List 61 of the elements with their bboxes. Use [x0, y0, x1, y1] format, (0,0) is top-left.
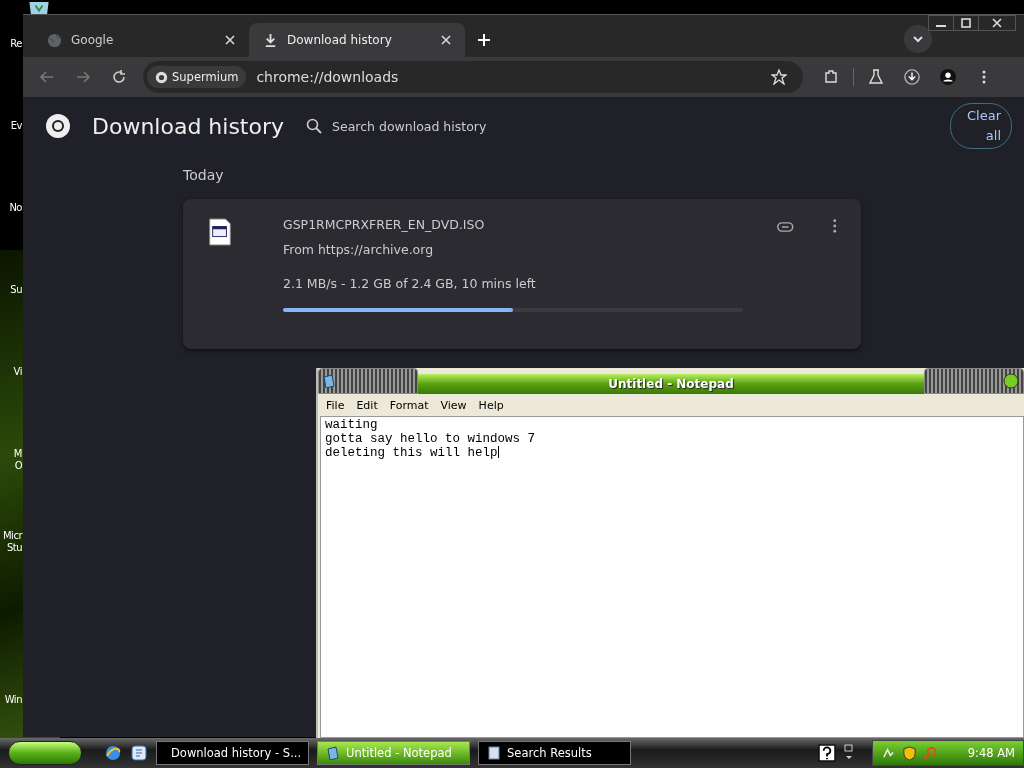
search-icon: [306, 118, 323, 134]
desktop-icon-label[interactable]: M O: [0, 448, 22, 472]
menu-item[interactable]: File: [326, 398, 345, 412]
link-icon[interactable]: [777, 221, 794, 233]
back-arrow-icon[interactable]: [39, 69, 55, 85]
taskbar-button[interactable]: Download history - S...: [156, 741, 309, 765]
close-icon[interactable]: [441, 35, 451, 45]
clock: 9:48 AM: [967, 746, 1015, 760]
network-icon[interactable]: [881, 745, 896, 761]
reload-icon[interactable]: [111, 69, 127, 85]
clear-all-button[interactable]: Clear all: [950, 103, 1012, 149]
shield-icon[interactable]: [902, 745, 917, 761]
file-icon: [209, 217, 231, 247]
menu-item[interactable]: Edit: [356, 398, 378, 412]
browser-tab[interactable]: Download history: [249, 23, 465, 57]
flask-icon[interactable]: [868, 69, 884, 85]
browser-logo-icon: [45, 113, 71, 139]
globe-icon: [47, 32, 62, 48]
menu-item[interactable]: Format: [389, 398, 429, 412]
desktop-icon-label[interactable]: Re: [0, 38, 22, 50]
star-icon[interactable]: [771, 69, 787, 85]
show-more-icon[interactable]: [844, 744, 854, 762]
menu-item[interactable]: View: [440, 398, 467, 412]
file-name[interactable]: GSP1RMCPRXFRER_EN_DVD.ISO: [283, 217, 743, 232]
menu-item[interactable]: Help: [478, 398, 504, 412]
puzzle-icon[interactable]: [823, 69, 839, 85]
browser-logo-icon: [155, 70, 168, 84]
start-button[interactable]: [8, 741, 82, 765]
window-button-icon[interactable]: [1003, 373, 1019, 389]
desktop-icon-label[interactable]: No: [0, 202, 22, 214]
url-text: chrome://downloads: [256, 69, 399, 85]
forward-arrow-icon[interactable]: [75, 69, 91, 85]
desktop-icon-label[interactable]: Micr Stu: [0, 530, 22, 554]
browser-tab[interactable]: Google: [33, 23, 249, 57]
search-field[interactable]: Search download history: [306, 117, 607, 135]
site-chip[interactable]: Supermium: [147, 66, 247, 88]
desktop-icon-label[interactable]: Win: [0, 694, 22, 706]
download-status: 2.1 MB/s - 1.2 GB of 2.4 GB, 10 mins left: [283, 276, 537, 291]
desktop-icon-label[interactable]: Vi: [0, 366, 22, 378]
download-icon: [263, 32, 278, 48]
plus-icon[interactable]: [477, 33, 491, 47]
taskbar-button[interactable]: Search Results: [478, 741, 631, 765]
text-area[interactable]: waiting gotta say hello to windows 7 deleting this will help: [320, 416, 1024, 738]
notepad-icon: [323, 374, 335, 388]
page-icon[interactable]: [130, 744, 148, 762]
desktop-icon-label[interactable]: Ev: [0, 120, 22, 132]
section-heading: Today: [183, 167, 225, 183]
document-icon: [487, 746, 501, 760]
download-icon[interactable]: [904, 69, 920, 85]
browser-e-icon[interactable]: [104, 744, 122, 762]
help-icon[interactable]: [818, 744, 836, 762]
close-icon[interactable]: [225, 35, 235, 45]
profile-icon[interactable]: [940, 69, 956, 85]
address-bar[interactable]: Supermium chrome://downloads: [143, 61, 803, 93]
page-title: Download history: [92, 113, 285, 139]
desktop-icon-label[interactable]: Su: [0, 284, 22, 296]
notepad-icon: [326, 746, 340, 760]
more-menu-icon[interactable]: [831, 219, 837, 233]
source-url: From https://archive.org: [283, 242, 435, 257]
window-title: Untitled - Notepad: [608, 377, 734, 391]
chevron-down-icon[interactable]: [904, 25, 932, 53]
